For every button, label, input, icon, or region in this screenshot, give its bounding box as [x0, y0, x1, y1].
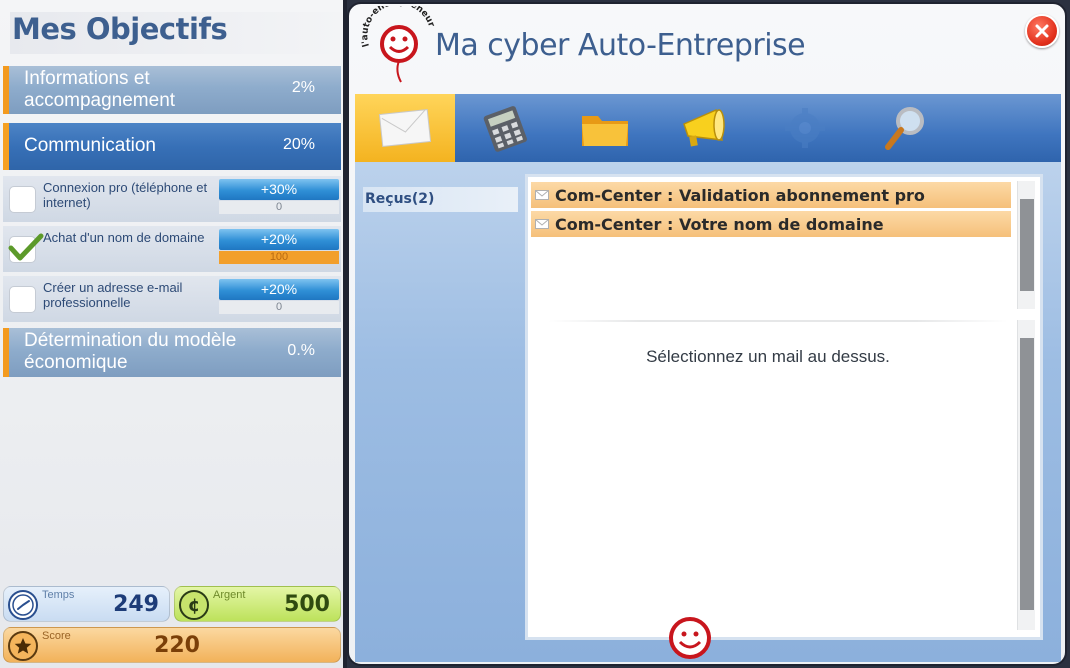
mail-list-scrollbar[interactable] [1017, 181, 1035, 309]
subgoal-row-domaine[interactable]: Achat d'un nom de domaine +20% 100 [3, 226, 341, 272]
magnifier-icon [885, 107, 924, 150]
stat-score-value: 220 [154, 633, 200, 658]
subgoal-gain: +20% [219, 279, 339, 300]
stat-time-value: 249 [113, 592, 159, 617]
envelope-icon [535, 219, 549, 229]
subgoal-progress: 0 [219, 301, 339, 314]
panel-divider [548, 320, 1008, 322]
calculator-icon [483, 106, 527, 152]
coin-icon: ¢ [179, 590, 209, 620]
goal-stripe [3, 66, 9, 114]
tab-megaphone[interactable] [655, 94, 755, 162]
mail-subject: Com-Center : Votre nom de domaine [555, 214, 884, 234]
mail-content-area: Reçus(2) Com-Center : Validation abonnem… [355, 162, 1061, 662]
subgoal-progress: 0 [219, 201, 339, 214]
subgoal-row-connexion[interactable]: Connexion pro (téléphone et internet) +3… [3, 176, 341, 222]
close-button[interactable] [1025, 14, 1059, 48]
stat-time: Temps 249 [3, 586, 170, 622]
tab-settings[interactable] [755, 94, 855, 162]
goal-label: Détermination du modèle économique [24, 330, 237, 373]
mail-body-placeholder: Sélectionnez un mail au dessus. [646, 347, 890, 366]
folder-inbox[interactable]: Reçus(2) [363, 187, 518, 212]
goal-label: Communication [24, 135, 156, 156]
stat-money: ¢ Argent 500 [174, 586, 341, 622]
folder-icon [582, 116, 628, 146]
window-title: Ma cyber Auto-Entreprise [435, 28, 806, 63]
app-toolbar [355, 94, 1061, 162]
tab-folder[interactable] [555, 94, 655, 162]
goal-informations[interactable]: Informations et accompagnement 2% [3, 66, 341, 114]
star-icon [8, 631, 38, 661]
cyber-enterprise-window: l'auto-entrepreneur Ma cyber Auto-Entrep… [347, 2, 1067, 666]
subgoal-checkbox[interactable] [9, 286, 36, 313]
progress-value: 100 [269, 251, 289, 263]
subgoal-progress: 100 [219, 251, 339, 264]
mail-subject: Com-Center : Validation abonnement pro [555, 185, 925, 205]
subgoal-row-email[interactable]: Créer un adresse e-mail professionnelle … [3, 276, 341, 322]
checkmark-icon [8, 233, 44, 261]
progress-value: 0 [275, 301, 283, 313]
goal-stripe [3, 328, 9, 377]
clock-icon [8, 590, 38, 620]
scrollbar-thumb[interactable] [1020, 338, 1034, 610]
envelope-icon [535, 190, 549, 200]
megaphone-icon [683, 108, 725, 147]
mail-body-scrollbar[interactable] [1017, 320, 1035, 630]
goal-communication[interactable]: Communication 20% [3, 123, 341, 170]
goal-stripe [3, 123, 9, 170]
subgoal-label: Achat d'un nom de domaine [43, 230, 205, 245]
close-icon [1035, 24, 1049, 38]
mail-item[interactable]: Com-Center : Votre nom de domaine [531, 211, 1011, 237]
scrollbar-thumb[interactable] [1020, 199, 1034, 291]
mail-item[interactable]: Com-Center : Validation abonnement pro [531, 182, 1011, 208]
mail-icon [378, 109, 432, 147]
stat-money-value: 500 [284, 592, 330, 617]
tab-mail[interactable] [355, 94, 455, 162]
panel-title: Mes Objectifs [10, 12, 342, 54]
mail-panel: Com-Center : Validation abonnement pro C… [525, 174, 1043, 640]
subgoal-checkbox[interactable] [8, 233, 44, 263]
goal-percent: 2% [291, 79, 315, 96]
subgoal-label: Connexion pro (téléphone et internet) [43, 180, 208, 210]
subgoal-gain: +30% [219, 179, 339, 200]
mail-list: Com-Center : Validation abonnement pro C… [531, 182, 1011, 240]
goal-percent: 0.% [287, 342, 315, 359]
goal-label: Informations et accompagnement [24, 68, 176, 111]
stat-time-label: Temps [42, 589, 75, 601]
objectives-panel: Mes Objectifs Informations et accompagne… [0, 0, 347, 668]
auto-entrepreneur-logo: l'auto-entrepreneur [360, 6, 436, 83]
stat-money-label: Argent [213, 589, 246, 601]
goal-percent: 20% [282, 136, 315, 153]
tab-search[interactable] [855, 94, 955, 162]
subgoal-label: Créer un adresse e-mail professionnelle [43, 280, 183, 310]
goal-modele-economique[interactable]: Détermination du modèle économique 0.% [3, 328, 341, 377]
stat-score-label: Score [42, 630, 71, 642]
smiley-icon[interactable] [668, 616, 712, 660]
progress-value: 0 [275, 201, 283, 213]
subgoal-checkbox[interactable] [9, 186, 36, 213]
subgoal-gain: +20% [219, 229, 339, 250]
gear-icon [785, 108, 825, 148]
stat-score: Score 220 [3, 627, 341, 663]
tab-calculator[interactable] [455, 94, 555, 162]
